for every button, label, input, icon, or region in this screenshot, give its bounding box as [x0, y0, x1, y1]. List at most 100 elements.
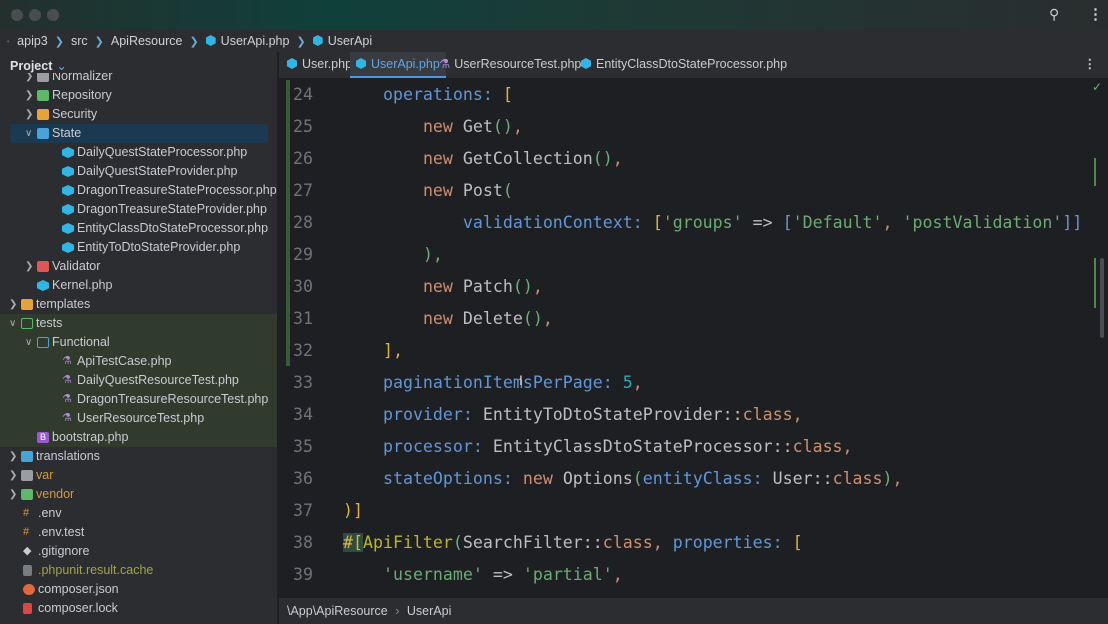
tree-item[interactable]: # .env	[0, 504, 277, 523]
tree-item[interactable]: ∨ State	[0, 124, 277, 143]
tree-item[interactable]: ❯ vendor	[0, 485, 277, 504]
tree-item[interactable]: ∨ Functional	[0, 333, 277, 352]
tab-entityclassdtostateprocessor-php[interactable]: EntityClassDtoStateProcessor.php	[575, 52, 793, 78]
editor-tabs: ⋮ User.php UserApi.php ⚗ UserResourceTest.p…	[279, 52, 1108, 78]
tree-item[interactable]: ❯ templates	[0, 295, 277, 314]
tree-item-label: ApiTestCase.php	[77, 354, 172, 368]
breadcrumb-item[interactable]: UserApi.php	[205, 34, 289, 48]
php-class-icon	[62, 166, 74, 177]
tree-item[interactable]: composer.json	[0, 580, 277, 599]
chevron-right-icon[interactable]: ❯	[25, 257, 33, 276]
test-class-icon: ⚗	[439, 57, 451, 71]
tree-item[interactable]: DragonTreasureStateProcessor.php	[0, 181, 277, 200]
tree-item[interactable]: DailyQuestStateProcessor.php	[0, 143, 277, 162]
tree-item[interactable]: ⚗ UserResourceTest.php	[0, 409, 277, 428]
chevron-right-icon[interactable]: ❯	[9, 447, 17, 466]
code-line: 28 validationContext: ['groups' => ['Def…	[279, 207, 1108, 239]
php-class-icon	[287, 58, 297, 69]
code-token: ::	[722, 405, 743, 424]
code-token: =>	[482, 565, 523, 584]
tree-item[interactable]: ◆ .gitignore	[0, 542, 277, 561]
tree-item[interactable]: .phpunit.result.cache	[0, 561, 277, 580]
tree-item[interactable]: ❯ translations	[0, 447, 277, 466]
tree-item[interactable]: ❯ Validator	[0, 257, 277, 276]
tab-userapi-php[interactable]: UserApi.php	[350, 52, 446, 78]
test-class-icon: ⚗	[62, 374, 72, 386]
search-icon[interactable]: ⚲	[1049, 6, 1059, 23]
code-token: (	[632, 469, 643, 488]
php-class-icon	[205, 35, 216, 46]
tree-item[interactable]: ❯ var	[0, 466, 277, 485]
tree-item-label: DailyQuestStateProcessor.php	[77, 145, 248, 159]
close-window-button[interactable]	[11, 9, 23, 21]
tree-item[interactable]: ❯ Repository	[0, 86, 277, 105]
tree-item[interactable]: ⚗ DailyQuestResourceTest.php	[0, 371, 277, 390]
chevron-down-icon[interactable]: ∨	[9, 314, 16, 333]
tree-item[interactable]: # .env.test	[0, 523, 277, 542]
tree-item-label: Validator	[52, 259, 101, 273]
tree-item-label: DailyQuestStateProvider.php	[77, 164, 238, 178]
tree-item[interactable]: composer.lock	[0, 599, 277, 618]
tab-user-php[interactable]: User.php	[281, 52, 358, 78]
tree-item[interactable]: DailyQuestStateProvider.php	[0, 162, 277, 181]
tab-userresourcetest-php[interactable]: ⚗ UserResourceTest.php	[433, 52, 587, 78]
chevron-down-icon[interactable]: ∨	[25, 333, 32, 352]
maximize-window-button[interactable]	[47, 9, 59, 21]
tab-label: UserResourceTest.php	[454, 57, 582, 71]
code-token: stateOptions:	[382, 469, 523, 488]
tree-item[interactable]: Bbootstrap.php	[0, 428, 277, 447]
code-token: ,	[532, 277, 543, 296]
code-token: User	[772, 469, 813, 488]
line-number: 35	[293, 437, 313, 456]
code-line: 26 new GetCollection(),	[279, 143, 1108, 175]
tree-item[interactable]: DragonTreasureStateProvider.php	[0, 200, 277, 219]
code-editor[interactable]: ✓ 24 operations: [25 new Get(), 26 new Ge…	[279, 78, 1108, 598]
folder-icon	[37, 90, 49, 101]
project-view-selector[interactable]: Project ⌄	[10, 58, 71, 73]
tree-item[interactable]: ❯ Security	[0, 105, 277, 124]
tab-options-icon[interactable]: ⋮	[1084, 56, 1097, 71]
code-token: ()	[492, 117, 513, 136]
php-class-icon	[581, 58, 591, 69]
chevron-right-icon[interactable]: ❯	[9, 295, 17, 314]
minimize-window-button[interactable]	[29, 9, 41, 21]
chevron-down-icon[interactable]: ∨	[25, 124, 32, 143]
tree-item[interactable]: Kernel.php	[0, 276, 277, 295]
chevron-right-icon[interactable]: ❯	[9, 466, 17, 485]
tree-item-label: .env	[38, 506, 62, 520]
tree-item[interactable]: ⚗ DragonTreasureResourceTest.php	[0, 390, 277, 409]
code-line: 32 ],	[279, 335, 1108, 367]
breadcrumb-item[interactable]: UserApi	[312, 34, 372, 48]
tree-item-label: Kernel.php	[52, 278, 113, 292]
namespace-crumb[interactable]: \App\ApiResource	[287, 604, 388, 618]
file-icon	[23, 565, 32, 576]
tree-item[interactable]: ⚗ ApiTestCase.php	[0, 352, 277, 371]
code-line: 39 'username' => 'partial',	[279, 559, 1108, 591]
breadcrumb-item[interactable]: ApiResource	[111, 34, 183, 48]
class-crumb[interactable]: UserApi	[407, 604, 451, 618]
breadcrumb-item[interactable]: apip3	[17, 34, 48, 48]
tree-item-label: .phpunit.result.cache	[38, 563, 154, 577]
code-text: new Patch(),	[343, 271, 543, 303]
code-token: GetCollection	[462, 149, 593, 168]
test-class-icon: ⚗	[62, 412, 72, 424]
tree-item[interactable]: EntityToDtoStateProvider.php	[0, 238, 277, 257]
tree-item[interactable]: EntityClassDtoStateProcessor.php	[0, 219, 277, 238]
code-token: )]	[343, 501, 363, 520]
chevron-right-icon[interactable]: ❯	[25, 105, 33, 124]
chevron-right-icon[interactable]: ❯	[9, 485, 17, 504]
chevron-right-icon[interactable]: ❯	[25, 86, 33, 105]
code-token: Options	[562, 469, 633, 488]
code-token: 'Default'	[792, 213, 883, 232]
code-text: 'username' => 'partial',	[343, 559, 623, 591]
code-token: ::	[812, 469, 833, 488]
tree-item[interactable]: ∨ tests	[0, 314, 277, 333]
breadcrumb-item[interactable]: src	[71, 34, 88, 48]
more-options-icon[interactable]: ⋮	[1088, 5, 1103, 23]
code-token: new	[422, 277, 463, 296]
code-token: class	[792, 437, 843, 456]
code-token: ::	[582, 533, 603, 552]
